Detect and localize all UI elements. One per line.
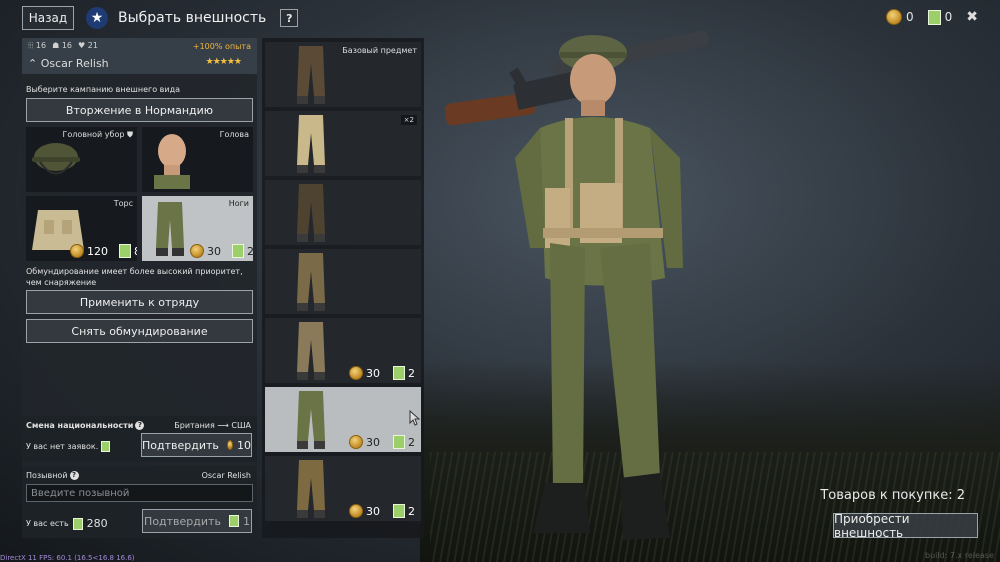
torso-price: 120 8 <box>70 244 137 258</box>
gold-balance: 0 <box>885 9 914 25</box>
legs-price: 30 2 <box>190 244 253 258</box>
variant-count-badge: ×2 <box>400 115 417 125</box>
pants-image <box>297 46 325 104</box>
callsign-balance: У вас есть 280 <box>26 517 108 530</box>
nationality-title: Смена национальности? <box>26 421 145 430</box>
top-bar: Назад ★ Выбрать внешность ? <box>22 6 299 30</box>
variant-item[interactable]: ×2 <box>265 111 421 176</box>
head-image <box>154 134 190 189</box>
campaign-prompt: Выберите кампанию внешнего вида <box>26 85 180 94</box>
variant-list: Базовый предмет ×2 30 2 30 2 30 2 <box>262 38 424 538</box>
ticket-icon <box>232 244 244 258</box>
debug-overlay: DirectX 11 FPS: 60.1 (16.5<16.8 16.6) <box>0 554 135 562</box>
close-icon[interactable]: ✖ <box>966 9 978 25</box>
gold-coin-icon <box>349 504 363 518</box>
pants-image <box>297 115 325 173</box>
soldier-header[interactable]: ⦙⦙⦙ 16 ☗ 16 ♥ 21 +100% опыта ⌃ Oscar Rel… <box>22 38 257 74</box>
variant-price: 30 2 <box>349 366 415 380</box>
variant-item[interactable] <box>265 180 421 245</box>
ticket-icon <box>393 504 405 518</box>
gold-coin-icon <box>226 440 233 450</box>
ticket-icon <box>100 441 110 452</box>
gold-amount: 0 <box>905 10 914 24</box>
page-title: Выбрать внешность <box>118 10 267 26</box>
help-button[interactable]: ? <box>280 9 299 27</box>
variant-item[interactable] <box>265 249 421 314</box>
callsign-title: Позывной? <box>26 471 79 480</box>
ticket-icon <box>72 517 83 530</box>
nationality-confirm-button[interactable]: Подтвердить 10 <box>141 433 252 457</box>
ticket-icon <box>393 366 405 380</box>
purchase-count: Товаров к покупке: 2 <box>820 488 965 503</box>
buy-appearance-button[interactable]: Приобрести внешность <box>833 512 978 540</box>
build-info: build: 7.x release <box>925 551 994 560</box>
slot-headgear-label: Головной убор ⛊ <box>62 130 133 139</box>
slot-head-label: Голова <box>219 130 249 139</box>
back-button[interactable]: Назад <box>22 6 74 30</box>
pants-image <box>297 184 325 242</box>
soldier-model <box>445 30 709 540</box>
variant-price: 30 2 <box>349 435 415 449</box>
variant-label: Базовый предмет <box>342 46 417 55</box>
no-requests-text: У вас нет заявок. <box>26 441 110 452</box>
stat-level: ♥ 21 <box>78 41 98 50</box>
soldier-stats: ⦙⦙⦙ 16 ☗ 16 ♥ 21 <box>28 41 98 51</box>
variant-item[interactable]: 30 2 <box>265 387 421 452</box>
pants-image <box>297 253 325 311</box>
gold-coin-icon <box>885 9 902 25</box>
helmet-image <box>32 143 80 175</box>
help-icon[interactable]: ? <box>135 421 145 430</box>
slot-legs-label: Ноги <box>228 199 249 208</box>
pants-image <box>297 322 325 380</box>
ticket-balance: 0 <box>927 9 953 25</box>
callsign-input[interactable] <box>26 484 253 502</box>
variant-item[interactable]: 30 2 <box>265 318 421 383</box>
ticket-icon <box>119 244 131 258</box>
xp-bonus: +100% опыта <box>192 42 251 51</box>
soldier-name: ⌃ Oscar Relish <box>28 57 109 70</box>
rank-stars: ★★★★★ <box>205 57 242 67</box>
remove-uniform-button[interactable]: Снять обмундирование <box>26 319 253 343</box>
variant-item[interactable]: Базовый предмет <box>265 42 421 107</box>
variant-price: 30 2 <box>349 504 415 518</box>
ticket-amount: 0 <box>944 10 953 24</box>
ticket-icon <box>393 435 405 449</box>
appearance-panel: ⦙⦙⦙ 16 ☗ 16 ♥ 21 +100% опыта ⌃ Oscar Rel… <box>22 38 257 538</box>
slot-head[interactable]: Голова <box>142 127 253 192</box>
callsign-section: Позывной? Oscar Relish У вас есть 280 По… <box>22 466 257 538</box>
callsign-current: Oscar Relish <box>201 471 251 480</box>
slot-torso[interactable]: Торс 120 8 <box>26 196 137 261</box>
stat-squad: ⦙⦙⦙ 16 <box>28 41 47 50</box>
priority-note: Обмундирование имеет более высокий приор… <box>26 267 243 287</box>
variant-item[interactable]: 30 2 <box>265 456 421 521</box>
ticket-icon <box>927 9 941 25</box>
nationality-section: Смена национальности? Британия ⟶ США У в… <box>22 416 257 462</box>
campaign-select-button[interactable]: Вторжение в Нормандию <box>26 98 253 122</box>
gold-coin-icon <box>190 244 204 258</box>
stat-kills: ☗ 16 <box>52 41 73 50</box>
slot-torso-label: Торс <box>113 199 133 208</box>
apply-to-squad-button[interactable]: Применить к отряду <box>26 290 253 314</box>
pants-image <box>297 460 325 518</box>
usa-star-icon: ★ <box>86 7 108 29</box>
currency-bar: 0 0 ✖ <box>885 9 978 25</box>
callsign-confirm-button[interactable]: Подтвердить 1 <box>142 509 252 533</box>
pants-image <box>297 391 325 449</box>
slot-legs[interactable]: Ноги 30 2 <box>142 196 253 261</box>
slot-headgear[interactable]: Головной убор ⛊ <box>26 127 137 192</box>
nationality-change: Британия ⟶ США <box>174 421 251 430</box>
gold-coin-icon <box>349 366 363 380</box>
ticket-icon <box>228 515 239 527</box>
mouse-cursor-icon <box>409 410 421 426</box>
legs-image <box>156 202 184 256</box>
help-icon[interactable]: ? <box>69 471 79 480</box>
gold-coin-icon <box>349 435 363 449</box>
gold-coin-icon <box>70 244 84 258</box>
